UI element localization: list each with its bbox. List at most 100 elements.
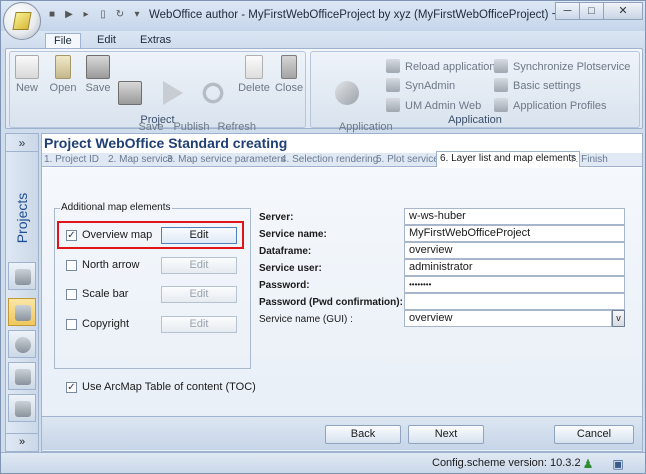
service-name-label: Service name: — [259, 229, 327, 240]
project-group: New Open Save Save As Publish Project Re… — [9, 51, 306, 146]
network-icon — [15, 369, 31, 385]
map-elements-legend: Additional map elements — [60, 202, 172, 213]
service-name-input[interactable]: MyFirstWebOfficeProject — [404, 225, 625, 242]
toc-checkbox[interactable]: ✓ — [66, 382, 77, 393]
publish-icon — [163, 81, 183, 105]
monitor-icon[interactable]: ▣ — [610, 456, 626, 472]
step-map-service[interactable]: 2. Map service — [108, 154, 173, 165]
copyright-checkbox[interactable] — [66, 319, 77, 330]
ribbon: New Open Save Save As Publish Project Re… — [5, 48, 643, 146]
side-navigation: » Projects » — [5, 133, 39, 452]
new-button[interactable]: New — [14, 55, 40, 95]
save-button[interactable]: Save — [83, 55, 113, 95]
service-user-input[interactable]: administrator — [404, 259, 625, 276]
north-arrow-edit-button[interactable]: Edit — [161, 257, 237, 274]
page-icon[interactable]: ▯ — [96, 8, 110, 22]
next-button[interactable]: Next — [408, 425, 484, 444]
north-arrow-checkbox[interactable] — [66, 260, 77, 271]
window-title: WebOffice author - MyFirstWebOfficeProje… — [149, 9, 621, 21]
overview-map-edit-button[interactable]: Edit — [161, 227, 237, 244]
new-document-icon — [15, 55, 39, 79]
title-bar: ■ ▶ ▸ ▯ ↻ ▾ WebOffice author - MyFirstWe… — [1, 1, 645, 31]
refresh-icon[interactable]: ↻ — [113, 8, 127, 22]
layers-icon — [15, 269, 31, 285]
step-finish[interactable]: 7. Finish — [570, 154, 608, 165]
maximize-button[interactable]: □ — [579, 2, 604, 20]
redo-icon[interactable]: ▸ — [79, 8, 93, 22]
wizard-navigation-bar: Back Next Cancel — [42, 416, 642, 450]
um-admin-web-button[interactable]: UM Admin Web — [386, 98, 481, 112]
close-project-icon — [281, 55, 297, 79]
projects-tab[interactable]: Projects — [8, 174, 36, 274]
map-window-nav-button[interactable] — [8, 298, 36, 326]
step-selection-rendering[interactable]: 4. Selection rendering — [281, 154, 378, 165]
password-confirmation-label: Password (Pwd confirmation): — [259, 297, 403, 308]
tab-edit[interactable]: Edit — [89, 33, 124, 47]
wizard-steps: 1. Project ID 2. Map service 3. Map serv… — [42, 151, 642, 167]
user-icon[interactable]: ♟ — [580, 456, 596, 472]
copyright-label: Copyright — [82, 318, 130, 330]
password-confirmation-input[interactable] — [404, 293, 625, 310]
close-button[interactable]: ✕ — [603, 2, 643, 20]
tab-extras[interactable]: Extras — [132, 33, 179, 47]
application-group: Application configuration Reload applica… — [310, 51, 640, 146]
scale-bar-edit-button[interactable]: Edit — [161, 286, 237, 303]
service-name-gui-label: Service name (GUI) : — [259, 314, 353, 325]
password-input[interactable]: •••••••• — [404, 276, 625, 293]
expand-sidebar-button[interactable]: » — [6, 134, 38, 152]
chevron-down-icon[interactable]: v — [612, 310, 625, 327]
overview-map-checkbox[interactable]: ✓ — [66, 230, 77, 241]
step-map-service-parameters[interactable]: 3. Map service parameters — [167, 154, 285, 165]
cancel-button[interactable]: Cancel — [554, 425, 634, 444]
step-plot-service[interactable]: 5. Plot service — [376, 154, 439, 165]
profiles-icon — [494, 98, 508, 112]
scale-bar-label: Scale bar — [82, 288, 129, 300]
minimize-button[interactable]: ─ — [555, 2, 580, 20]
scale-bar-checkbox[interactable] — [66, 289, 77, 300]
delete-button[interactable]: Delete — [236, 55, 272, 95]
dataframe-input[interactable]: overview — [404, 242, 625, 259]
dropdown-icon[interactable]: ▾ — [130, 8, 144, 22]
reload-application-button[interactable]: Reload application — [386, 59, 496, 73]
network-nav-button[interactable] — [8, 362, 36, 390]
step-layer-list-map-elements[interactable]: 6. Layer list and map elements — [436, 151, 581, 167]
save-as-icon — [118, 81, 142, 105]
refresh-icon — [201, 81, 225, 105]
north-arrow-label: North arrow — [82, 259, 140, 271]
synadmin-button[interactable]: SynAdmin — [386, 78, 455, 92]
application-menu-button[interactable] — [3, 2, 41, 40]
server-input[interactable]: w-ws-huber — [404, 208, 625, 225]
menu-bar: File Edit Extras — [1, 31, 645, 50]
config-scheme-version: Config.scheme version: 10.3.2 — [432, 457, 581, 469]
server-label: Server: — [259, 212, 294, 223]
app-logo-icon — [12, 12, 32, 30]
sidebar-overflow-button[interactable]: » — [6, 433, 38, 451]
page-title: Project WebOffice Standard creating — [44, 135, 288, 151]
window-controls: ─ □ ✕ — [555, 2, 643, 20]
application-window: ■ ▶ ▸ ▯ ↻ ▾ WebOffice author - MyFirstWe… — [0, 0, 646, 474]
mail-icon — [15, 401, 31, 417]
basic-settings-button[interactable]: Basic settings — [494, 78, 581, 92]
status-bar: Config.scheme version: 10.3.2 ♟ ▣ — [1, 452, 645, 473]
open-folder-icon — [55, 55, 71, 79]
search-icon — [15, 337, 31, 353]
delete-icon — [245, 55, 263, 79]
dataframe-label: Dataframe: — [259, 246, 312, 257]
service-name-gui-select[interactable]: overview — [404, 310, 612, 327]
close-project-button[interactable]: Close — [274, 55, 304, 95]
wizard-panel: Additional map elements ✓ Overview map E… — [42, 168, 642, 451]
back-button[interactable]: Back — [325, 425, 401, 444]
copyright-edit-button[interactable]: Edit — [161, 316, 237, 333]
gear-icon — [494, 78, 508, 92]
search-nav-button[interactable] — [8, 330, 36, 358]
undo-icon[interactable]: ▶ — [62, 8, 76, 22]
mail-nav-button[interactable] — [8, 394, 36, 422]
application-profiles-button[interactable]: Application Profiles — [494, 98, 607, 112]
quick-access-toolbar: ■ ▶ ▸ ▯ ↻ ▾ — [45, 8, 144, 22]
open-button[interactable]: Open — [48, 55, 78, 95]
sync-icon — [494, 59, 508, 73]
synchronize-plotservice-button[interactable]: Synchronize Plotservice — [494, 59, 630, 73]
step-project-id[interactable]: 1. Project ID — [44, 154, 99, 165]
layers-nav-button[interactable] — [8, 262, 36, 290]
save-icon[interactable]: ■ — [45, 8, 59, 22]
